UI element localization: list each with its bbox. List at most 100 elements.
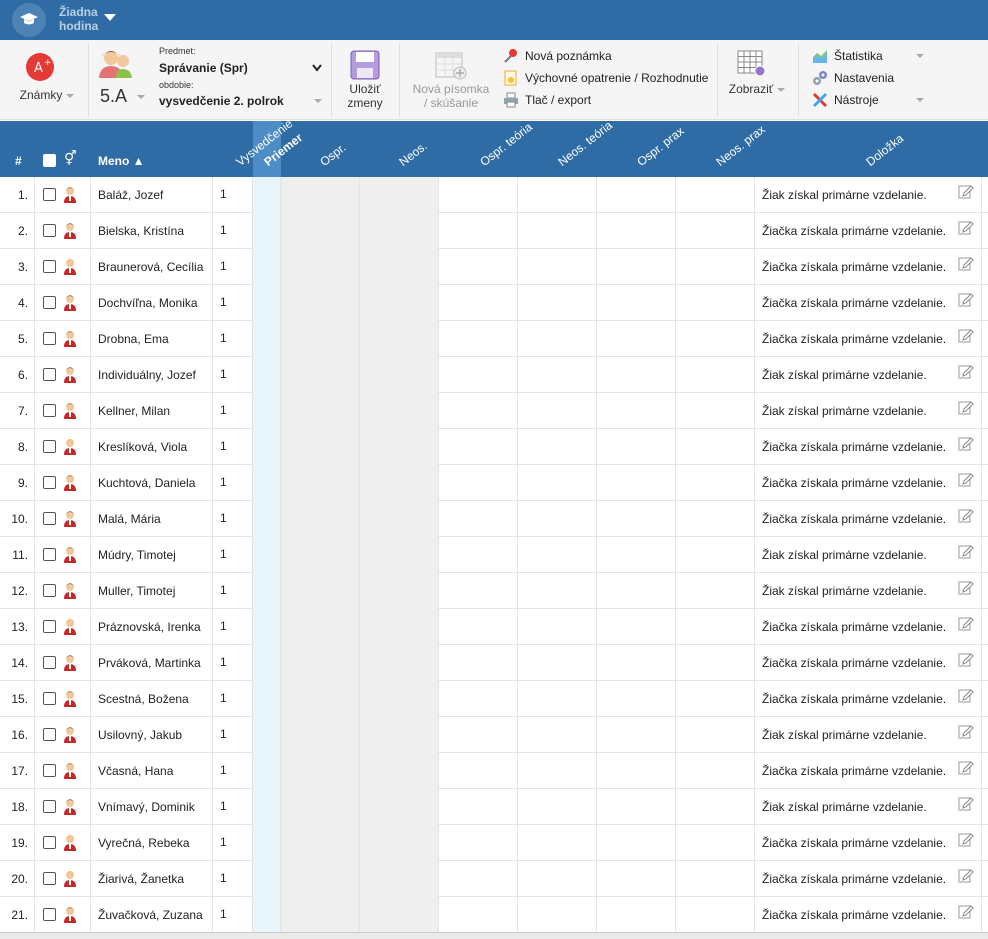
table-cell[interactable] [253, 357, 281, 393]
table-cell[interactable] [281, 645, 360, 681]
table-cell[interactable] [360, 681, 439, 717]
table-cell[interactable] [253, 177, 281, 213]
table-cell[interactable] [281, 681, 360, 717]
table-cell[interactable] [360, 897, 439, 933]
student-name[interactable]: Žiarivá, Žanetka [98, 872, 184, 886]
edit-icon[interactable] [958, 651, 974, 667]
column-header-dolozka[interactable]: Doložka [863, 131, 906, 169]
table-cell[interactable] [597, 681, 676, 717]
row-checkbox[interactable] [43, 728, 56, 741]
table-cell[interactable] [360, 465, 439, 501]
edit-icon[interactable] [958, 435, 974, 451]
table-cell[interactable] [597, 717, 676, 753]
table-cell[interactable] [253, 681, 281, 717]
row-checkbox[interactable] [43, 260, 56, 273]
table-row[interactable]: 10. Malá, Mária 1 Žiačka získala primárne v… [0, 501, 988, 537]
table-cell[interactable] [439, 753, 518, 789]
table-cell[interactable] [213, 465, 253, 501]
table-cell[interactable] [253, 897, 281, 933]
table-cell[interactable] [676, 645, 755, 681]
edit-icon[interactable] [958, 831, 974, 847]
table-cell[interactable] [439, 393, 518, 429]
table-cell[interactable] [439, 285, 518, 321]
row-checkbox[interactable] [43, 404, 56, 417]
edit-icon[interactable] [958, 399, 974, 415]
table-cell[interactable] [360, 177, 439, 213]
column-header-name[interactable]: Meno ▲ [98, 154, 145, 168]
row-checkbox[interactable] [43, 368, 56, 381]
table-cell[interactable] [281, 537, 360, 573]
table-cell[interactable] [253, 717, 281, 753]
table-cell[interactable] [518, 717, 597, 753]
tools-button[interactable]: Nástroje [812, 92, 924, 108]
table-cell[interactable] [213, 393, 253, 429]
table-cell[interactable] [360, 861, 439, 897]
table-cell[interactable] [281, 465, 360, 501]
student-name[interactable]: Múdry, Timotej [98, 548, 176, 562]
table-row[interactable]: 5. Drobna, Ema 1 Žiačka získala primárne vz… [0, 321, 988, 357]
table-cell[interactable] [213, 717, 253, 753]
student-name[interactable]: Usilovný, Jakub [98, 728, 182, 742]
table-cell[interactable] [281, 357, 360, 393]
table-cell[interactable] [439, 861, 518, 897]
table-row[interactable]: 8. Kreslíková, Viola 1 Žiačka získala primá… [0, 429, 988, 465]
student-name[interactable]: Kreslíková, Viola [98, 440, 187, 454]
table-cell[interactable] [213, 681, 253, 717]
final-grade[interactable]: 1 [220, 403, 227, 417]
table-cell[interactable] [518, 897, 597, 933]
final-grade[interactable]: 1 [220, 619, 227, 633]
table-cell[interactable] [439, 717, 518, 753]
final-grade[interactable]: 1 [220, 835, 227, 849]
table-cell[interactable] [597, 465, 676, 501]
table-cell[interactable] [518, 645, 597, 681]
final-grade[interactable]: 1 [220, 223, 227, 237]
new-note-button[interactable]: Nová poznámka [503, 48, 612, 64]
table-row[interactable]: 4. Dochvíľna, Monika 1 Žiačka získala primá… [0, 285, 988, 321]
row-checkbox[interactable] [43, 836, 56, 849]
column-header-neos-prax[interactable]: Neos. prax [713, 122, 767, 169]
student-name[interactable]: Scestná, Božena [98, 692, 189, 706]
student-name[interactable]: Individuálny, Jozef [98, 368, 196, 382]
table-cell[interactable] [253, 249, 281, 285]
student-name[interactable]: Práznovská, Irenka [98, 620, 201, 634]
row-checkbox[interactable] [43, 656, 56, 669]
subject-select[interactable]: Správanie (Spr) [158, 59, 324, 77]
student-name[interactable]: Drobna, Ema [98, 332, 169, 346]
class-selector[interactable]: 5.A [96, 48, 150, 110]
table-cell[interactable] [360, 393, 439, 429]
table-cell[interactable] [439, 249, 518, 285]
table-cell[interactable] [597, 501, 676, 537]
table-row[interactable]: 16. Usilovný, Jakub 1 Žiak získal primárne … [0, 717, 988, 753]
table-cell[interactable] [360, 429, 439, 465]
table-cell[interactable] [676, 429, 755, 465]
table-cell[interactable] [439, 645, 518, 681]
table-cell[interactable] [281, 573, 360, 609]
final-grade[interactable]: 1 [220, 799, 227, 813]
table-cell[interactable] [518, 609, 597, 645]
table-cell[interactable] [360, 285, 439, 321]
student-name[interactable]: Včasná, Hana [98, 764, 173, 778]
table-cell[interactable] [676, 753, 755, 789]
table-cell[interactable] [281, 321, 360, 357]
table-cell[interactable] [213, 177, 253, 213]
edit-icon[interactable] [958, 291, 974, 307]
table-cell[interactable] [439, 357, 518, 393]
table-cell[interactable] [213, 825, 253, 861]
final-grade[interactable]: 1 [220, 547, 227, 561]
table-cell[interactable] [518, 753, 597, 789]
chevron-down-icon[interactable] [104, 14, 116, 21]
table-cell[interactable] [676, 573, 755, 609]
row-checkbox[interactable] [43, 908, 56, 921]
edit-icon[interactable] [958, 759, 974, 775]
table-cell[interactable] [281, 753, 360, 789]
edit-icon[interactable] [958, 471, 974, 487]
table-cell[interactable] [360, 357, 439, 393]
table-cell[interactable] [518, 357, 597, 393]
table-cell[interactable] [213, 537, 253, 573]
final-grade[interactable]: 1 [220, 475, 227, 489]
table-cell[interactable] [597, 897, 676, 933]
table-cell[interactable] [597, 573, 676, 609]
final-grade[interactable]: 1 [220, 367, 227, 381]
table-cell[interactable] [676, 285, 755, 321]
table-cell[interactable] [281, 717, 360, 753]
